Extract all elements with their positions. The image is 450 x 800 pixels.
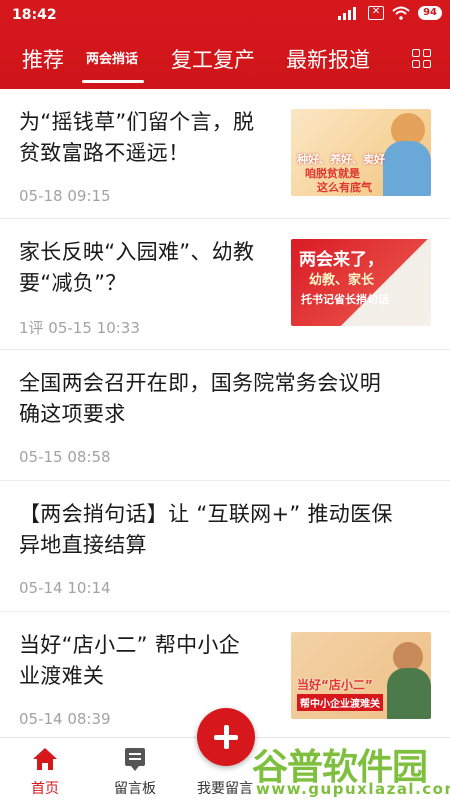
tab-recommend[interactable]: 推荐 xyxy=(22,38,64,82)
tab-latest-reports[interactable]: 最新报道 xyxy=(286,38,370,82)
nav-message-board-label: 留言板 xyxy=(114,781,156,797)
status-bar: 18:42 ✕ 94 xyxy=(0,0,450,32)
news-meta: 1评 05-15 10:33 xyxy=(19,319,140,337)
nav-message-board[interactable]: 留言板 xyxy=(90,738,180,800)
tab-lianghui[interactable]: 两会捎话 xyxy=(86,38,138,82)
news-title: 【两会捎句话】让 “互联网+” 推动医保 异地直接结算 xyxy=(19,502,393,557)
news-title: 家长反映“入园难”、幼教 要“减负”？ xyxy=(19,240,255,295)
news-title: 为“摇钱草”们留个言，脱 贫致富路不遥远！ xyxy=(19,110,255,165)
add-message-button[interactable] xyxy=(197,708,255,766)
news-thumbnail: 两会来了， 幼教、家长 托书记省长捎句话 xyxy=(291,239,431,326)
category-tabs: 推荐 两会捎话 复工复产 最新报道 xyxy=(0,38,450,82)
news-meta: 05-18 09:15 xyxy=(19,187,111,205)
sim-off-icon: ✕ xyxy=(368,6,385,20)
battery-indicator: 94 xyxy=(418,6,442,20)
news-meta: 05-15 08:58 xyxy=(19,448,111,466)
home-icon xyxy=(33,748,57,770)
news-item[interactable]: 为“摇钱草”们留个言，脱 贫致富路不遥远！ 05-18 09:15 种好、养好、卖… xyxy=(0,89,450,219)
news-title: 当好“店小二” 帮中小企 业渡难关 xyxy=(19,633,241,688)
active-tab-indicator xyxy=(82,80,144,83)
news-item[interactable]: 【两会捎句话】让 “互联网+” 推动医保 异地直接结算 05-14 10:14 xyxy=(0,481,450,612)
news-meta: 05-14 10:14 xyxy=(19,579,111,597)
app-header: 18:42 ✕ 94 推荐 两会捎话 复工复产 最新报道 xyxy=(0,0,450,89)
news-item[interactable]: 家长反映“入园难”、幼教 要“减负”？ 1评 05-15 10:33 两会来了， … xyxy=(0,219,450,350)
nav-home[interactable]: 首页 xyxy=(0,738,90,800)
news-thumbnail: 当好“店小二” 帮中小企业渡难关 xyxy=(291,632,431,719)
signal-icon xyxy=(338,6,360,20)
watermark-url: www.gupuxlazal.com xyxy=(256,780,450,798)
channel-grid-icon[interactable] xyxy=(412,49,432,69)
news-item[interactable]: 全国两会召开在即，国务院常务会议明 确这项要求 05-15 08:58 xyxy=(0,350,450,481)
tab-resume-work[interactable]: 复工复产 xyxy=(171,38,255,82)
news-thumbnail: 种好、养好、卖好 咱脱贫就是 这么有底气 xyxy=(291,109,431,196)
wifi-icon xyxy=(392,6,410,20)
news-title: 全国两会召开在即，国务院常务会议明 确这项要求 xyxy=(19,371,382,426)
watermark: 谷普软件园 www.gupuxlazal.com xyxy=(248,738,450,800)
news-meta: 05-14 08:39 xyxy=(19,710,111,728)
message-board-icon xyxy=(125,748,145,771)
nav-home-label: 首页 xyxy=(31,781,59,797)
status-icons: ✕ 94 xyxy=(338,6,442,20)
status-time: 18:42 xyxy=(12,7,57,23)
